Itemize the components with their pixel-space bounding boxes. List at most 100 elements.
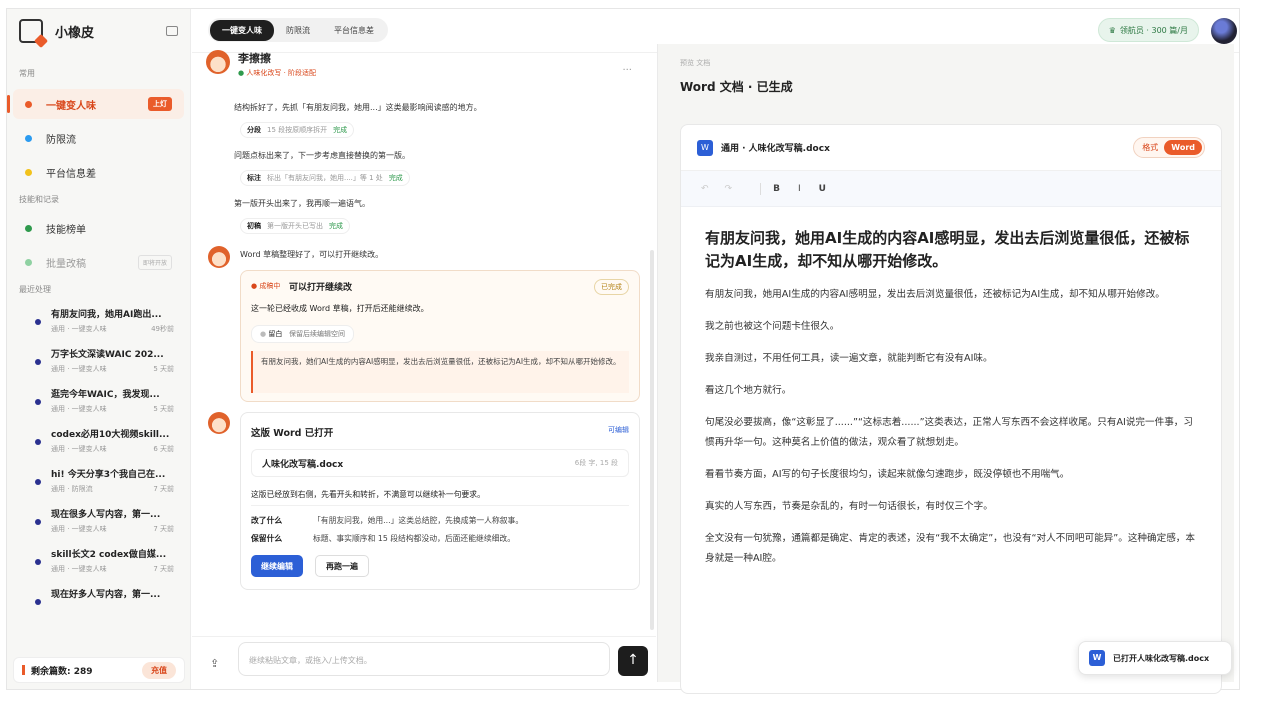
recent-title: 有朋友问我，她用AI跑出... — [51, 310, 162, 320]
recent-item[interactable]: 逛完今年WAIC，我发现... 通用 · 一键变人味 5 天前 — [13, 383, 184, 423]
recent-title: 现在好多人写内容，第一... — [51, 590, 161, 600]
assistant-header: 李擦擦 ● 人味化改写 · 阶段适配 — [206, 50, 316, 78]
recent-item[interactable]: 现在好多人写内容，第一... — [13, 583, 184, 623]
recent-item[interactable]: codex必用10大视频skill... 通用 · 一键变人味 6 天前 — [13, 423, 184, 463]
membership-badge[interactable]: ♛ 领航员 · 300 篇/月 — [1097, 18, 1199, 42]
bold-button[interactable]: B — [773, 184, 780, 194]
document-paragraph: 有朋友问我，她用AI生成的内容AI感明显，发出去后浏览量很低，还被标记为AI生成… — [705, 289, 1165, 300]
document-paragraph: 真实的人写东西，节奏是杂乱的，有时一句话很长，有时仅三个字。 — [705, 501, 993, 512]
document-body[interactable]: 有朋友问我，她用AI生成的内容AI感明显，发出去后浏览量很低，还被标记为AI生成… — [681, 207, 1221, 601]
underline-button[interactable]: U — [819, 184, 826, 194]
scrollbar[interactable] — [650, 250, 654, 630]
sidebar-item-platform-info[interactable]: 平台信息差 — [13, 157, 184, 187]
continue-edit-button[interactable]: 继续编辑 — [251, 555, 303, 577]
remaining-bar: 剩余篇数: 289 充值 — [13, 657, 185, 683]
editable-link[interactable]: 可编辑 — [608, 425, 629, 435]
assistant-avatar — [208, 412, 230, 434]
tab-platform-info[interactable]: 平台信息差 — [322, 20, 386, 41]
sidebar-item-label: 平台信息差 — [46, 168, 96, 180]
preview-title: Word 文档 · 已生成 — [680, 80, 793, 94]
sidebar-item-skill-rank[interactable]: 技能榜单 — [13, 213, 184, 243]
kept-value: 标题、事实顺序和 15 段结构都没动，后面还能继续细改。 — [313, 534, 516, 543]
editor-toolbar: ↶ ↷ B I U — [681, 171, 1221, 207]
undo-icon[interactable]: ↶ — [701, 184, 709, 194]
recent-item[interactable]: 有朋友问我，她用AI跑出... 通用 · 一键变人味 49秒前 — [13, 303, 184, 343]
recent-time: 5 天前 — [153, 365, 174, 373]
recent-title: skill长文2 codex做自媒... — [51, 550, 167, 560]
app-logo-icon — [19, 19, 43, 43]
tab-anti-throttle[interactable]: 防限流 — [274, 20, 322, 41]
preview-kicker: 预览 文档 — [680, 59, 711, 67]
send-button[interactable]: ↑ — [618, 646, 648, 676]
recent-meta: 通用 · 一键变人味 — [51, 405, 107, 413]
changed-label: 改了什么 — [251, 516, 283, 525]
brand: 小橡皮 — [7, 9, 190, 53]
recharge-button[interactable]: 充值 — [142, 661, 176, 679]
recent-title: codex必用10大视频skill... — [51, 430, 170, 440]
document-heading: 有朋友问我，她用AI生成的内容AI感明显，发出去后浏览量很低，还被标记为AI生成… — [705, 229, 1190, 270]
section-label: 常用 — [19, 69, 35, 78]
bullet-icon — [35, 599, 41, 605]
document-paragraph: 句尾没必要拔高，像“这彰显了......”“这标志着......”这类表达，正常… — [705, 417, 1193, 448]
hot-badge: 上灯 — [148, 97, 172, 111]
dot-icon — [25, 168, 32, 176]
crown-icon: ♛ — [1108, 25, 1116, 35]
avatar[interactable] — [1211, 18, 1237, 44]
word-icon: W — [697, 139, 713, 156]
recent-meta: 通用 · 一键变人味 — [51, 325, 107, 333]
divider — [760, 182, 762, 195]
dot-icon — [25, 224, 32, 232]
mode-tabs: 一键变人味 防限流 平台信息差 — [208, 18, 388, 42]
file-meta: 6段 字, 15 段 — [574, 459, 618, 467]
recent-meta: 通用 · 防限流 — [51, 485, 93, 493]
assistant-avatar — [206, 50, 230, 74]
opened-toast[interactable]: W 已打开人味化改写稿.docx — [1078, 641, 1232, 675]
remaining-icon — [22, 665, 25, 675]
sidebar-item-label: 技能榜单 — [46, 224, 86, 236]
tab-humanize[interactable]: 一键变人味 — [210, 19, 274, 41]
card-title: 可以打开继续改 — [289, 283, 353, 293]
recent-time: 5 天前 — [153, 405, 174, 413]
chat-message: Word 草稿整理好了，可以打开继续改。 — [240, 250, 384, 259]
recent-title: hi! 今天分享3个我自己在... — [51, 470, 166, 480]
italic-button[interactable]: I — [798, 184, 801, 194]
recent-time: 49秒前 — [151, 325, 174, 333]
assistant-avatar — [208, 246, 230, 268]
bullet-icon — [35, 519, 41, 525]
recent-title: 万字长文深读WAIC 202... — [51, 350, 164, 360]
section-label: 最近处理 — [19, 285, 51, 294]
format-toggle[interactable]: 格式 Word — [1133, 137, 1205, 158]
kept-label: 保留什么 — [251, 534, 283, 543]
sidebar-item-humanize[interactable]: 一键变人味 上灯 — [7, 89, 184, 119]
bullet-icon — [35, 439, 41, 445]
rerun-button[interactable]: 再跑一遍 — [315, 555, 369, 577]
card-state: ● 成稿中 — [251, 282, 281, 290]
recent-meta: 通用 · 一键变人味 — [51, 365, 107, 373]
sidebar-item-anti-throttle[interactable]: 防限流 — [13, 123, 184, 153]
recent-item[interactable]: hi! 今天分享3个我自己在... 通用 · 防限流 7 天前 — [13, 463, 184, 503]
coming-soon-badge: 即将开放 — [137, 254, 172, 270]
document-paragraph: 看这几个地方就行。 — [705, 385, 792, 396]
preview-panel: 预览 文档 Word 文档 · 已生成 W 通用 · 人味化改写稿.docx 格… — [657, 44, 1234, 694]
recent-item[interactable]: 万字长文深读WAIC 202... 通用 · 一键变人味 5 天前 — [13, 343, 184, 383]
upload-icon[interactable]: ⇪ — [210, 657, 219, 670]
file-row[interactable]: 人味化改写稿.docx 6段 字, 15 段 — [251, 449, 629, 477]
more-icon[interactable]: ... — [622, 62, 632, 73]
document-header: W 通用 · 人味化改写稿.docx 格式 Word — [681, 125, 1221, 171]
redo-icon[interactable]: ↷ — [725, 184, 733, 194]
recent-item[interactable]: skill长文2 codex做自媒... 通用 · 一键变人味 7 天前 — [13, 543, 184, 583]
sidebar-item-batch-edit[interactable]: 批量改稿 即将开放 — [13, 247, 184, 277]
remaining-count: 剩余篇数: 289 — [31, 666, 93, 677]
message-input[interactable]: 继续粘贴文章，或拖入/上传文档。 — [238, 642, 610, 676]
document-paragraph: 全文没有一句犹豫，通篇都是确定、肯定的表述，没有“我不太确定”，也没有“对人不同… — [705, 533, 1195, 564]
assistant-status: ● 人味化改写 · 阶段适配 — [238, 69, 317, 77]
recent-time: 7 天前 — [153, 485, 174, 493]
dot-icon — [25, 134, 32, 142]
bullet-icon — [35, 559, 41, 565]
sidebar-toggle-icon[interactable] — [166, 26, 178, 36]
recent-title: 逛完今年WAIC，我发现... — [51, 390, 160, 400]
assistant-name: 李擦擦 — [238, 52, 271, 65]
dot-icon — [25, 258, 32, 266]
recent-item[interactable]: 现在很多人写内容，第一... 通用 · 一键变人味 7 天前 — [13, 503, 184, 543]
bullet-icon — [35, 399, 41, 405]
